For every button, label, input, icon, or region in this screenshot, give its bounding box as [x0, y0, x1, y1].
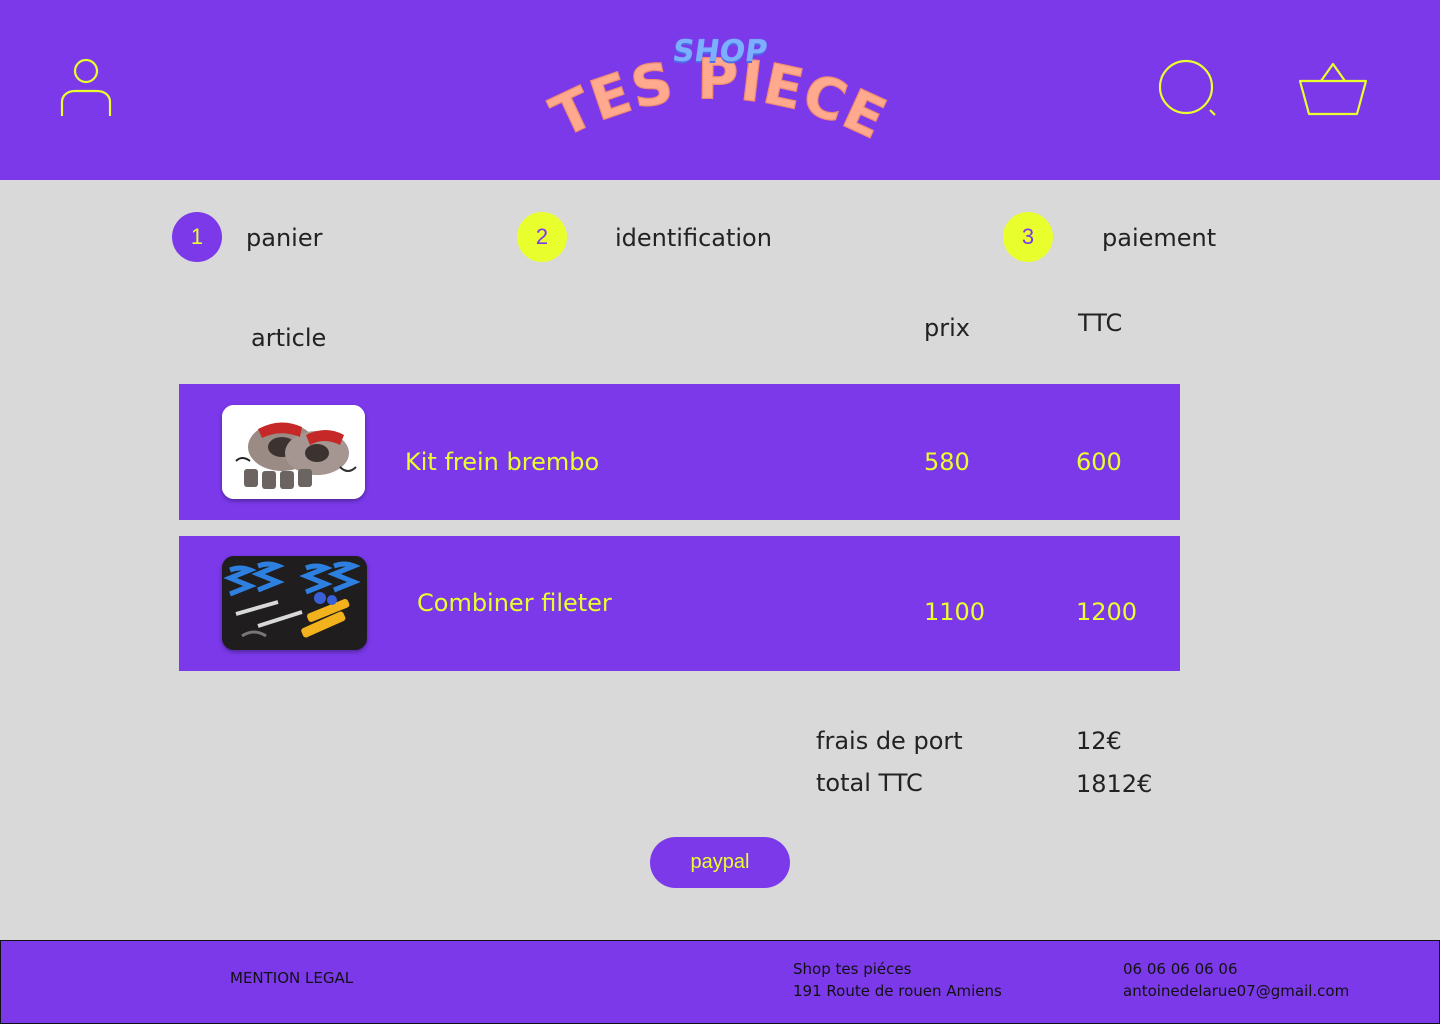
item-price-ttc: 1200 [1076, 598, 1138, 626]
step-3-badge[interactable]: 3 [1003, 212, 1053, 262]
footer-phone[interactable]: 06 06 06 06 06 [1123, 962, 1238, 977]
column-header-article: article [251, 324, 327, 352]
site-header: TES PIECE SHOP [0, 0, 1440, 180]
item-price: 580 [924, 448, 970, 476]
site-footer: MENTION LEGAL Shop tes piéces 191 Route … [0, 940, 1440, 1024]
checkout-page: TES PIECE SHOP 1 panier 2 identification… [0, 0, 1440, 1024]
site-logo[interactable]: TES PIECE SHOP [541, 30, 896, 153]
search-icon[interactable] [1156, 58, 1222, 120]
basket-icon[interactable] [1296, 60, 1370, 118]
coilover-kit-image[interactable] [222, 556, 367, 650]
user-icon[interactable] [58, 56, 114, 120]
step-1-badge[interactable]: 1 [172, 212, 222, 262]
footer-shop-name: Shop tes piéces [793, 960, 912, 978]
item-price: 1100 [924, 598, 986, 626]
total-value: 1812€ [1076, 770, 1153, 798]
step-identification-label[interactable]: identification [615, 226, 772, 250]
logo-shop-text: SHOP [670, 34, 770, 69]
shipping-label: frais de port [816, 727, 963, 755]
shipping-value: 12€ [1076, 727, 1122, 755]
step-paiement-label[interactable]: paiement [1102, 226, 1216, 250]
column-header-prix: prix [924, 314, 970, 342]
column-header-ttc: TTC [1078, 309, 1123, 337]
step-panier-label[interactable]: panier [246, 226, 322, 250]
step-2-badge[interactable]: 2 [517, 212, 567, 262]
cart-row: Combiner fileter 1100 1200 [179, 536, 1180, 671]
paypal-button[interactable]: paypal [650, 837, 790, 888]
total-label: total TTC [816, 769, 923, 797]
item-price-ttc: 600 [1076, 448, 1122, 476]
brake-kit-image[interactable] [222, 405, 365, 499]
cart-row: Kit frein brembo 580 600 [179, 384, 1180, 520]
item-name[interactable]: Combiner fileter [417, 591, 612, 615]
item-name[interactable]: Kit frein brembo [405, 450, 599, 474]
footer-email[interactable]: antoinedelarue07@gmail.com [1123, 984, 1349, 999]
legal-mention-link[interactable]: MENTION LEGAL [230, 971, 353, 986]
footer-address: 191 Route de rouen Amiens [793, 982, 1002, 1000]
